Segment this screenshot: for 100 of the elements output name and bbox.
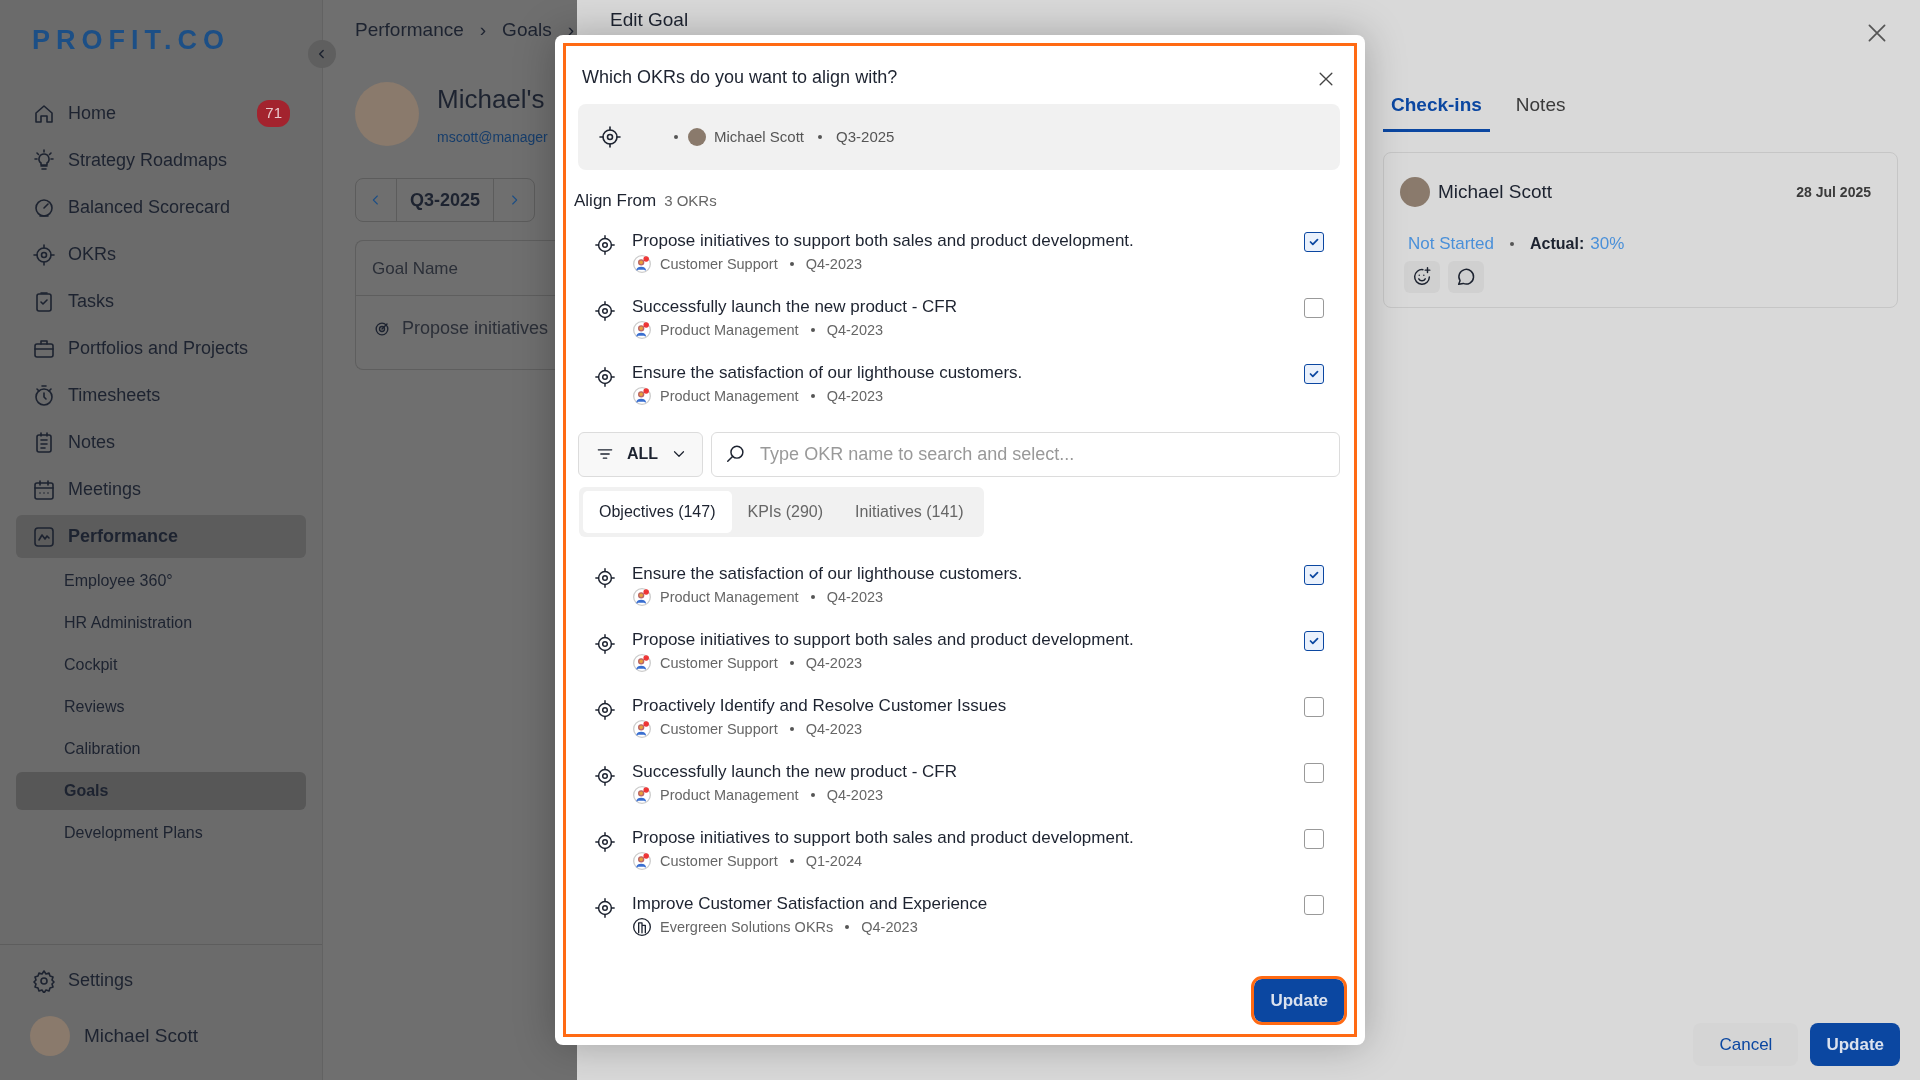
breadcrumb-link[interactable]: Goals xyxy=(502,16,552,80)
okr-owner: Product Management xyxy=(660,587,799,607)
nav-subitem[interactable]: Calibration xyxy=(16,730,306,768)
target-icon xyxy=(598,125,622,149)
target-icon xyxy=(594,299,616,322)
profile-email: mscott@manager xyxy=(437,128,548,147)
modal-title: Which OKRs do you want to align with? xyxy=(582,67,898,89)
okr-period: Q4-2023 xyxy=(805,719,863,739)
nav-item[interactable]: Tasks xyxy=(16,280,306,323)
notification-badge: 71 xyxy=(257,100,290,127)
tab[interactable]: KPIs (290) xyxy=(731,490,840,533)
update-button[interactable]: Update xyxy=(1810,1022,1900,1066)
nav-item[interactable]: Portfolios and Projects xyxy=(16,327,306,370)
checkin-date: 28 Jul 2025 xyxy=(1796,182,1871,202)
actual-label: Actual: xyxy=(1530,233,1585,254)
target-icon xyxy=(594,764,616,787)
gear-icon xyxy=(32,968,56,993)
target-icon xyxy=(594,698,616,721)
smiley-plus-icon xyxy=(1411,265,1433,288)
breadcrumb-separator: › xyxy=(567,18,575,42)
okr-period: Q1-2024 xyxy=(805,851,863,871)
filter-dropdown[interactable]: ALL xyxy=(578,431,704,477)
okr-period: Q4-2023 xyxy=(861,917,918,937)
nav-item[interactable]: Timesheets xyxy=(16,374,306,417)
tab[interactable]: Notes xyxy=(1507,82,1574,132)
nav-item[interactable]: OKRs xyxy=(16,233,306,276)
okr-owner: Product Management xyxy=(660,386,799,406)
target-icon xyxy=(32,242,56,267)
okr-title: Successfully launch the new product - CFR xyxy=(632,295,958,318)
okr-owner: Customer Support xyxy=(660,851,778,871)
breadcrumb-separator: › xyxy=(479,18,487,42)
nav-subitem[interactable]: Reviews xyxy=(16,688,306,726)
tab[interactable]: Check-ins xyxy=(1383,82,1490,132)
checkbox[interactable] xyxy=(1304,231,1324,252)
checkbox[interactable] xyxy=(1304,894,1324,915)
checkbox[interactable] xyxy=(1304,363,1324,384)
okr-owner: Customer Support xyxy=(660,719,778,739)
lightbulb-icon xyxy=(32,148,56,173)
okr-period: Q4-2023 xyxy=(826,386,884,406)
okr-title: Proactively Identify and Resolve Customer Issues xyxy=(632,694,1007,717)
checkbox[interactable] xyxy=(1304,696,1324,717)
nav-item[interactable]: Strategy Roadmaps xyxy=(16,139,306,182)
target-icon xyxy=(594,233,616,256)
nav-subitem[interactable]: Goals xyxy=(16,772,306,810)
nav-item[interactable]: Home 71 xyxy=(16,92,306,135)
breadcrumb-link[interactable]: Performance xyxy=(355,16,464,80)
add-reaction-button[interactable] xyxy=(1404,260,1440,293)
checkbox[interactable] xyxy=(1304,630,1324,651)
tab[interactable]: Objectives (147) xyxy=(583,490,732,533)
okr-title: Ensure the satisfaction of our lighthouse customers. xyxy=(632,361,1023,384)
checkbox[interactable] xyxy=(1304,828,1324,849)
checkbox[interactable] xyxy=(1304,297,1324,318)
target-icon xyxy=(594,896,616,919)
building-icon xyxy=(632,917,652,938)
tab[interactable]: Initiatives (141) xyxy=(839,490,980,533)
table-cell-text: Propose initiatives xyxy=(402,317,549,340)
team-avatar-icon xyxy=(632,851,652,872)
section-title: Align From xyxy=(574,190,657,212)
team-avatar-icon xyxy=(632,587,652,608)
checkbox[interactable] xyxy=(1304,762,1324,783)
avatar-placeholder xyxy=(1400,177,1430,207)
logo: PROFIT.CO xyxy=(31,24,231,57)
comment-button[interactable] xyxy=(1448,260,1484,293)
target-icon xyxy=(594,830,616,853)
nav-subitem[interactable]: Development Plans xyxy=(16,814,306,852)
profile-name: Michael's xyxy=(437,83,546,116)
nav-subitem[interactable]: Employee 360° xyxy=(16,562,306,600)
actual-value: 30% xyxy=(1590,233,1625,255)
team-avatar-icon xyxy=(632,785,652,806)
okr-count: 3 OKRs xyxy=(664,191,717,211)
nav-item[interactable]: Balanced Scorecard xyxy=(16,186,306,229)
avatar-placeholder xyxy=(30,1016,70,1056)
nav-subitem[interactable]: Cockpit xyxy=(16,646,306,684)
okr-title: Successfully launch the new product - CFR xyxy=(632,760,958,783)
settings-link[interactable]: Settings xyxy=(16,959,306,1002)
nav-subitem[interactable]: HR Administration xyxy=(16,604,306,642)
user-name[interactable]: Michael Scott xyxy=(84,1021,199,1051)
nav-item[interactable]: Meetings xyxy=(16,468,306,511)
checkin-status: Not Started xyxy=(1408,233,1494,255)
nav-item[interactable]: Notes xyxy=(16,421,306,464)
team-avatar-icon xyxy=(632,386,652,407)
calendar-icon xyxy=(32,477,56,502)
okr-title: Propose initiatives to support both sales and product development. xyxy=(632,229,1134,252)
okr-period: Q4-2023 xyxy=(805,653,863,673)
target-icon xyxy=(594,365,616,388)
search-field[interactable]: Type OKR name to search and select... xyxy=(711,431,1340,477)
nav-item[interactable]: Performance xyxy=(16,515,306,558)
okr-title: Ensure the satisfaction of our lighthouse customers. xyxy=(632,562,1023,585)
owner-name: Michael Scott xyxy=(714,126,805,147)
cancel-button[interactable]: Cancel xyxy=(1693,1022,1799,1066)
okr-period: Q4-2023 xyxy=(826,320,884,340)
okr-title: Improve Customer Satisfaction and Experience xyxy=(632,892,988,915)
okr-period: Q4-2023 xyxy=(805,254,863,274)
okr-title: Propose initiatives to support both sales and product development. xyxy=(632,628,1134,651)
okr-owner: Product Management xyxy=(660,320,799,340)
checkbox[interactable] xyxy=(1304,564,1324,585)
team-avatar-icon xyxy=(632,719,652,740)
team-avatar-icon xyxy=(632,320,652,341)
update-button[interactable]: Update xyxy=(1254,978,1344,1022)
okr-title: Propose initiatives to support both sales and product development. xyxy=(632,826,1134,849)
